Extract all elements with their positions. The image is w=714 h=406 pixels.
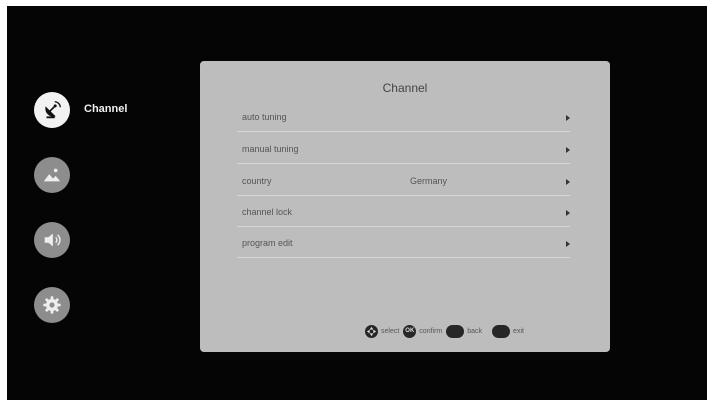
hint-label: select — [381, 327, 400, 335]
row-label: channel lock — [242, 207, 293, 217]
sidebar-item-picture[interactable] — [34, 157, 70, 193]
panel-title: Channel — [382, 81, 428, 95]
picture-icon — [43, 168, 61, 182]
arrow-right-icon — [566, 147, 570, 153]
ok-key-icon: OK — [403, 324, 417, 338]
row-label: auto tuning — [242, 112, 287, 122]
sidebar-item-channel[interactable] — [34, 92, 70, 128]
country-value: Germany — [410, 176, 448, 186]
row-label: manual tuning — [242, 144, 299, 154]
menu-row-country[interactable]: country Germany — [237, 169, 570, 196]
sidebar-item-label: Channel — [84, 103, 128, 115]
row-label: country — [242, 176, 272, 186]
exit-key-icon — [492, 324, 511, 338]
satellite-dish-icon — [45, 101, 61, 119]
menu-row-program-edit[interactable]: program edit — [237, 231, 570, 258]
sidebar-item-sound[interactable] — [34, 222, 70, 258]
tv-screen: Channel Channel auto tuning manual tunin… — [7, 6, 707, 400]
back-key-icon — [446, 324, 465, 338]
row-label: program edit — [242, 238, 293, 248]
menu-row-manual-tuning[interactable]: manual tuning — [237, 137, 570, 164]
hint-label: back — [467, 327, 483, 335]
hint-back: back — [446, 324, 483, 338]
speaker-icon — [44, 233, 61, 247]
arrow-right-icon — [566, 241, 570, 247]
sidebar-item-settings[interactable] — [34, 287, 70, 323]
arrow-right-icon — [566, 179, 570, 185]
arrow-right-icon — [566, 115, 570, 121]
gear-icon — [43, 296, 61, 314]
key-hints: select OK confirm back exit — [365, 323, 524, 339]
dpad-icon — [365, 324, 378, 338]
menu-row-channel-lock[interactable]: channel lock — [237, 200, 570, 227]
hint-confirm: OK confirm — [403, 324, 443, 338]
arrow-right-icon — [566, 210, 570, 216]
hint-select: select — [365, 324, 400, 338]
menu-row-auto-tuning[interactable]: auto tuning — [237, 105, 570, 132]
channel-panel: Channel auto tuning manual tuning countr… — [200, 61, 610, 352]
hint-label: confirm — [419, 327, 443, 335]
hint-exit: exit — [492, 324, 524, 338]
hint-label: exit — [513, 327, 524, 335]
